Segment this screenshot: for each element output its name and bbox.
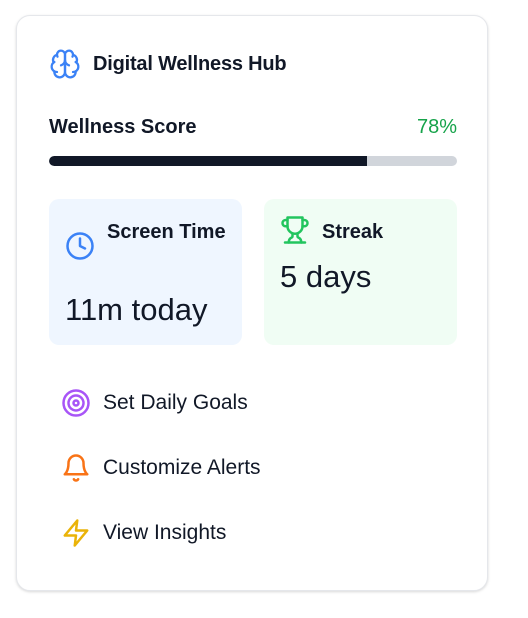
action-list: Set Daily Goals Customize Alerts View In… [61, 388, 261, 583]
view-insights-button[interactable]: View Insights [61, 518, 261, 583]
card-header: Digital Wellness Hub [49, 48, 287, 80]
streak-card[interactable]: Streak 5 days [264, 199, 457, 345]
page-title: Digital Wellness Hub [93, 52, 287, 75]
screen-time-value: 11m today [65, 292, 208, 327]
clock-icon [65, 231, 95, 266]
set-daily-goals-button[interactable]: Set Daily Goals [61, 388, 261, 453]
wellness-progress-bar [49, 156, 457, 166]
screen-time-card[interactable]: Screen Time 11m today [49, 199, 242, 345]
wellness-card: Digital Wellness Hub Wellness Score 78% … [16, 15, 488, 591]
wellness-score-row: Wellness Score 78% [49, 116, 457, 139]
wellness-score-label: Wellness Score [49, 116, 197, 138]
streak-label: Streak [322, 221, 384, 243]
target-icon [61, 388, 91, 418]
screen-time-label: Screen Time [107, 221, 226, 243]
wellness-progress-fill [49, 156, 368, 166]
customize-alerts-label: Customize Alerts [103, 456, 261, 479]
trophy-icon [280, 215, 310, 250]
set-daily-goals-label: Set Daily Goals [103, 391, 248, 414]
bell-icon [61, 453, 91, 483]
view-insights-label: View Insights [103, 521, 227, 544]
wellness-score-value: 78% [416, 116, 457, 138]
customize-alerts-button[interactable]: Customize Alerts [61, 453, 261, 518]
brain-icon [49, 48, 81, 80]
streak-value: 5 days [280, 259, 372, 294]
lightning-icon [61, 518, 91, 548]
